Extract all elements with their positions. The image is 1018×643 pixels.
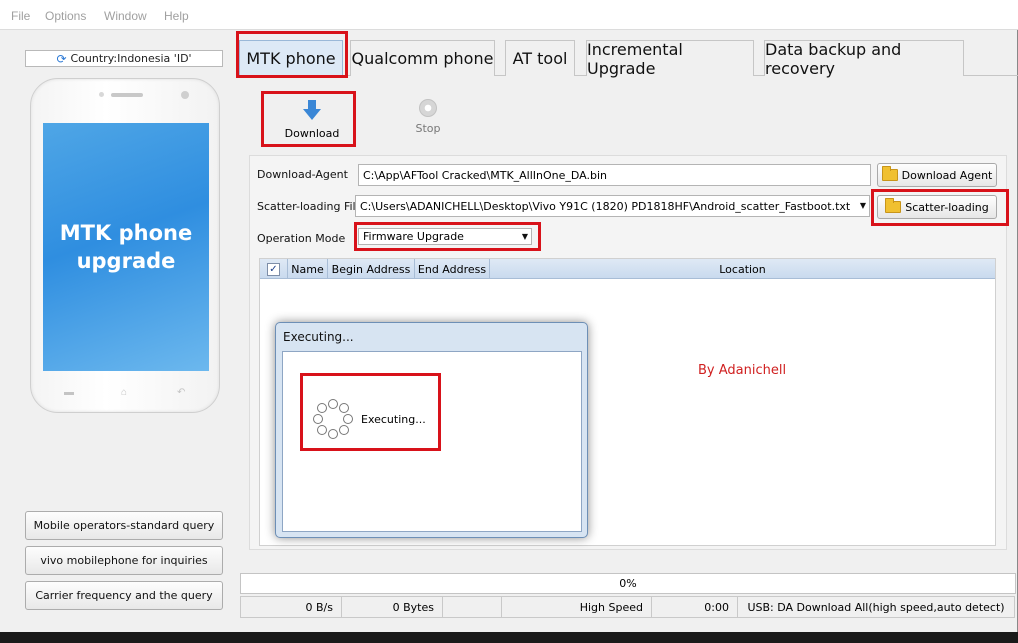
- column-header-name[interactable]: Name: [288, 259, 328, 279]
- select-all-checkbox[interactable]: ✓: [267, 262, 280, 276]
- desktop-background: [0, 632, 1018, 643]
- operation-mode-label: Operation Mode: [257, 232, 346, 245]
- download-button[interactable]: Download: [277, 99, 347, 140]
- stop-icon: [419, 99, 437, 117]
- dialog-message: Executing...: [361, 413, 426, 426]
- menu-bar: File Options Window Help: [0, 0, 1018, 30]
- phone-illustration: MTK phone upgrade ▬ ⌂ ↶: [30, 78, 220, 413]
- status-empty: [442, 596, 502, 618]
- carrier-frequency-button[interactable]: Carrier frequency and the query: [25, 581, 223, 610]
- vivo-inquiries-button[interactable]: vivo mobilephone for inquiries: [25, 546, 223, 575]
- home-key-icon: ⌂: [121, 387, 128, 398]
- dialog-body: Executing...: [282, 351, 582, 532]
- tab-data-backup[interactable]: Data backup and recovery: [764, 40, 964, 78]
- watermark-text: By Adanichell: [698, 363, 787, 378]
- operation-mode-select[interactable]: Firmware Upgrade ▼: [358, 228, 532, 245]
- operators-query-button[interactable]: Mobile operators-standard query: [25, 511, 223, 540]
- column-header-location[interactable]: Location: [490, 259, 995, 279]
- tab-incremental-upgrade[interactable]: Incremental Upgrade: [586, 40, 754, 78]
- scatter-loading-button[interactable]: Scatter-loading: [877, 195, 997, 219]
- download-agent-label: Download-Agent: [257, 168, 348, 181]
- tab-at-tool[interactable]: AT tool: [505, 40, 575, 76]
- back-key-icon: ↶: [177, 387, 186, 398]
- menu-help[interactable]: Help: [164, 9, 189, 23]
- app-window: File Options Window Help ⟳ Country:Indon…: [0, 0, 1018, 640]
- status-bytes: 0 Bytes: [341, 596, 443, 618]
- status-time: 0:00: [651, 596, 738, 618]
- executing-dialog: Executing... Executing...: [275, 322, 588, 538]
- select-all-header[interactable]: ✓: [260, 259, 288, 279]
- country-label: Country:Indonesia 'ID': [70, 52, 192, 65]
- stop-label: Stop: [415, 122, 441, 135]
- refresh-icon: ⟳: [56, 51, 67, 66]
- menu-key-icon: ▬: [64, 387, 74, 398]
- country-indicator[interactable]: ⟳ Country:Indonesia 'ID': [25, 50, 223, 67]
- tab-qualcomm-phone[interactable]: Qualcomm phone: [350, 40, 495, 76]
- download-arrow-icon: [303, 100, 321, 120]
- status-mode: High Speed: [501, 596, 652, 618]
- download-agent-button[interactable]: Download Agent: [877, 163, 997, 187]
- scatter-file-value: C:\Users\ADANICHELL\Desktop\Vivo Y91C (1…: [360, 199, 851, 213]
- chevron-down-icon[interactable]: ▼: [522, 232, 528, 241]
- progress-bar: 0%: [240, 573, 1016, 594]
- menu-file[interactable]: File: [11, 9, 30, 23]
- progress-text: 0%: [619, 577, 637, 590]
- download-agent-field[interactable]: C:\App\AFTool Cracked\MTK_AllInOne_DA.bi…: [358, 164, 871, 186]
- phone-sensor-icon: [99, 92, 104, 97]
- scatter-loading-button-label: Scatter-loading: [905, 200, 989, 214]
- folder-icon: [885, 198, 902, 213]
- folder-icon: [881, 166, 898, 181]
- table-header: ✓ Name Begin Address End Address Locatio…: [260, 259, 995, 279]
- tab-mtk-phone[interactable]: MTK phone: [239, 40, 343, 76]
- status-usb: USB: DA Download All(high speed,auto det…: [737, 596, 1015, 618]
- scatter-label: Scatter-loading File: [257, 200, 363, 213]
- column-header-end-address[interactable]: End Address: [415, 259, 490, 279]
- download-label: Download: [284, 127, 340, 140]
- download-agent-button-label: Download Agent: [901, 168, 993, 182]
- phone-screen-text: MTK phone upgrade: [59, 221, 193, 273]
- status-bar: 0 B/s 0 Bytes High Speed 0:00 USB: DA Do…: [240, 596, 1016, 618]
- menu-options[interactable]: Options: [45, 9, 86, 23]
- phone-speaker-icon: [111, 93, 143, 97]
- stop-button[interactable]: Stop: [393, 99, 463, 135]
- column-header-begin-address[interactable]: Begin Address: [328, 259, 415, 279]
- menu-window[interactable]: Window: [104, 9, 147, 23]
- phone-screen: MTK phone upgrade: [43, 123, 209, 371]
- loading-spinner-icon: [313, 399, 353, 439]
- dialog-title: Executing...: [283, 330, 354, 344]
- status-speed: 0 B/s: [240, 596, 342, 618]
- scatter-file-combo[interactable]: C:\Users\ADANICHELL\Desktop\Vivo Y91C (1…: [355, 195, 870, 217]
- chevron-down-icon[interactable]: ▼: [860, 201, 866, 210]
- phone-camera-icon: [181, 91, 189, 99]
- operation-mode-value: Firmware Upgrade: [363, 230, 464, 243]
